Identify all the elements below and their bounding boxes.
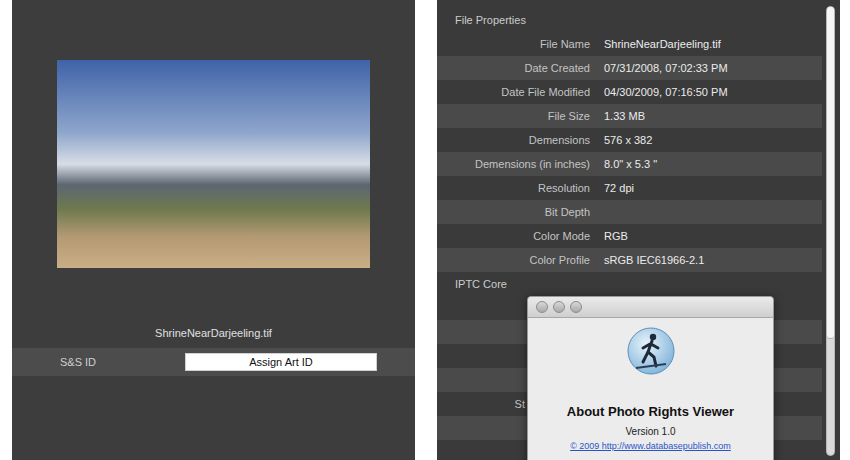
property-label: File Name xyxy=(437,38,590,50)
property-value: 576 x 382 xyxy=(590,134,652,146)
file-caption: ShrineNearDarjeeling.tif xyxy=(155,326,272,340)
preview-panel: ShrineNearDarjeeling.tif S&S ID Assign A… xyxy=(12,0,415,460)
property-label: Date File Modified xyxy=(437,86,590,98)
property-value: sRGB IEC61966-2.1 xyxy=(590,254,704,266)
property-label: St xyxy=(437,398,525,410)
property-label: Resolution xyxy=(437,182,590,194)
title-bar xyxy=(528,297,773,318)
property-row: File Size 1.33 MB xyxy=(437,104,822,128)
properties-panel: File Properties File Name ShrineNearDarj… xyxy=(437,0,840,460)
website-link[interactable]: © 2009 http://www.databasepublish.com xyxy=(570,441,731,451)
property-row: Color Profile sRGB IEC61966-2.1 xyxy=(437,248,822,272)
walker-icon xyxy=(626,326,676,376)
property-label: Date Created xyxy=(437,62,590,74)
property-label: Color Profile xyxy=(437,254,590,266)
property-row: Date File Modified 04/30/2009, 07:16:50 … xyxy=(437,80,822,104)
property-label: File Size xyxy=(437,110,590,122)
about-body: About Photo Rights Viewer Version 1.0 © … xyxy=(528,318,773,451)
property-row: Demensions 576 x 382 xyxy=(437,128,822,152)
property-row: Color Mode RGB xyxy=(437,224,822,248)
property-value: 8.0" x 5.3 " xyxy=(590,158,657,170)
property-row: Resolution 72 dpi xyxy=(437,176,822,200)
scrollbar[interactable] xyxy=(826,6,835,456)
property-value: 72 dpi xyxy=(590,182,634,194)
property-value: 1.33 MB xyxy=(590,110,645,122)
about-title: About Photo Rights Viewer xyxy=(567,404,734,419)
zoom-button[interactable] xyxy=(570,301,582,313)
property-value: 07/31/2008, 07:02:33 PM xyxy=(590,62,728,74)
version-text: Version 1.0 xyxy=(625,426,675,437)
property-row: Demensions (in inches) 8.0" x 5.3 " xyxy=(437,152,822,176)
property-label: Bit Depth xyxy=(437,206,590,218)
minimize-button[interactable] xyxy=(553,301,565,313)
property-row: Date Created 07/31/2008, 07:02:33 PM xyxy=(437,56,822,80)
property-label: Demensions (in inches) xyxy=(437,158,590,170)
property-label: Color Mode xyxy=(437,230,590,242)
property-value: 04/30/2009, 07:16:50 PM xyxy=(590,86,728,98)
about-window: About Photo Rights Viewer Version 1.0 © … xyxy=(527,296,774,460)
close-button[interactable] xyxy=(536,301,548,313)
property-label: Demensions xyxy=(437,134,590,146)
section-header: IPTC Core xyxy=(437,272,822,296)
property-value: ShrineNearDarjeeling.tif xyxy=(590,38,721,50)
property-row: File Name ShrineNearDarjeeling.tif xyxy=(437,32,822,56)
id-row: S&S ID Assign Art ID xyxy=(12,348,415,376)
section-header: File Properties xyxy=(437,8,822,32)
property-value: RGB xyxy=(590,230,628,242)
scrollbar-thumb[interactable] xyxy=(827,7,834,339)
photo xyxy=(57,60,370,268)
app-screen: ShrineNearDarjeeling.tif S&S ID Assign A… xyxy=(0,0,850,460)
assign-art-id-button[interactable]: Assign Art ID xyxy=(185,353,377,371)
id-label: S&S ID xyxy=(60,356,185,368)
property-row: Bit Depth xyxy=(437,200,822,224)
